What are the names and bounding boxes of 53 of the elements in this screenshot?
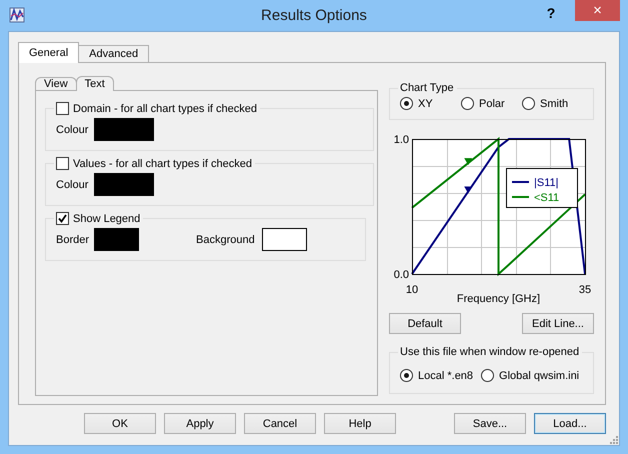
radio-button[interactable]	[400, 369, 413, 382]
y-tick-label: 1.0	[394, 134, 409, 146]
tab[interactable]: General	[18, 42, 80, 63]
help-button[interactable]: ?	[537, 4, 565, 22]
triangle-marker-icon	[464, 158, 472, 166]
chart-type-option: XY	[418, 98, 433, 110]
file-group-label: Use this file when window re-opened	[400, 346, 580, 358]
window-title: Results Options	[261, 7, 367, 24]
legend-label: <S11	[534, 192, 560, 204]
radio-button[interactable]	[522, 97, 535, 110]
colour-swatch[interactable]	[94, 118, 154, 141]
checkbox[interactable]	[56, 102, 69, 115]
file-option: Local *.en8	[418, 370, 474, 382]
cancel-button[interactable]: Cancel	[244, 413, 316, 434]
tab[interactable]: Advanced	[78, 45, 150, 62]
domain-label: Domain - for all chart types if checked	[73, 102, 258, 114]
colour-swatch[interactable]	[94, 173, 154, 196]
x-tick-label: 35	[578, 284, 592, 296]
colour-swatch[interactable]	[94, 228, 139, 251]
swatch-label: Background	[196, 234, 256, 246]
apply-button[interactable]: Apply	[164, 413, 236, 434]
save-button[interactable]: Save...	[454, 413, 526, 434]
show-legend-label: Show Legend	[73, 212, 140, 224]
legend-box	[506, 168, 578, 208]
help-dialog-button[interactable]: Help	[324, 413, 396, 434]
close-button[interactable]: ×	[575, 0, 620, 21]
triangle-marker-icon	[464, 186, 472, 194]
resize-grip-icon[interactable]	[608, 434, 618, 444]
radio-button[interactable]	[400, 97, 413, 110]
swatch-label: Border	[56, 234, 90, 246]
swatch-label: Colour	[56, 124, 90, 136]
checkbox[interactable]	[56, 212, 69, 225]
chart-type-option: Polar	[479, 98, 505, 110]
chart-icon	[9, 7, 25, 23]
checkbox[interactable]	[56, 157, 69, 170]
y-tick-label: 0.0	[394, 269, 409, 281]
edit-line-button[interactable]: Edit Line...	[522, 313, 594, 334]
load-button[interactable]: Load...	[534, 413, 606, 434]
file-option: Global qwsim.ini	[499, 370, 580, 382]
swatch-label: Colour	[56, 178, 90, 190]
x-axis-label: Frequency [GHz]	[456, 293, 540, 304]
default-button[interactable]: Default	[389, 313, 461, 334]
radio-button[interactable]	[461, 97, 474, 110]
values-label: Values - for all chart types if checked	[73, 158, 252, 170]
ok-button[interactable]: OK	[84, 413, 156, 434]
colour-swatch[interactable]	[262, 228, 307, 251]
tab[interactable]: View	[35, 77, 77, 90]
tab[interactable]: Text	[76, 76, 114, 91]
legend-label: |S11|	[534, 177, 558, 189]
chart-type-option: Smith	[540, 98, 568, 110]
x-tick-label: 10	[406, 284, 418, 296]
chart-type-label: Chart Type	[400, 82, 454, 94]
radio-button[interactable]	[481, 369, 494, 382]
